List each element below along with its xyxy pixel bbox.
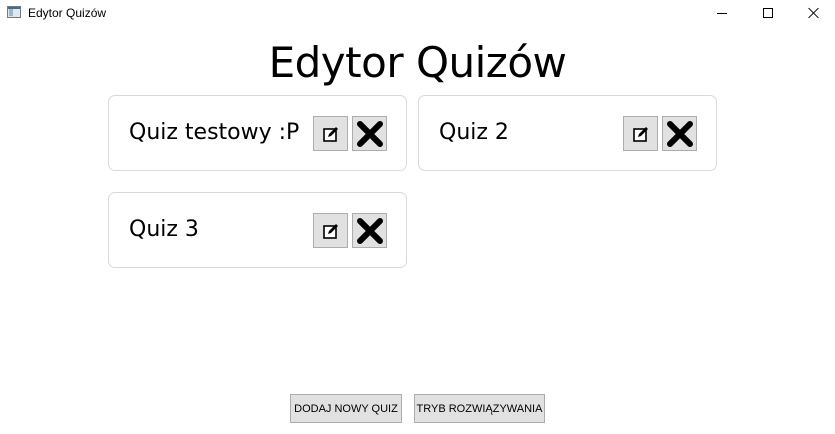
delete-quiz-button[interactable] [662,116,697,151]
edit-quiz-button[interactable] [623,116,658,151]
window-titlebar: Edytor Quizów [0,0,835,26]
app-window-icon [7,6,21,18]
maximize-icon [763,8,773,18]
page-title: Edytor Quizów [268,38,567,87]
delete-quiz-button[interactable] [352,116,387,151]
solve-mode-button[interactable]: TRYB ROZWIĄZYWANIA [414,394,545,423]
minimize-icon [717,12,727,14]
quiz-name: Quiz 3 [129,217,199,242]
maximize-button[interactable] [745,0,791,26]
delete-x-icon [666,120,693,147]
quiz-card: Quiz 2 [418,95,717,171]
close-icon [808,7,820,19]
add-new-quiz-button[interactable]: DODAJ NOWY QUIZ [290,394,402,423]
edit-icon [322,126,338,142]
quiz-name: Quiz 2 [439,120,509,145]
edit-quiz-button[interactable] [313,116,348,151]
edit-quiz-button[interactable] [313,213,348,248]
quiz-card: Quiz testowy :P [108,95,407,171]
window-title: Edytor Quizów [28,6,107,20]
delete-quiz-button[interactable] [352,213,387,248]
minimize-button[interactable] [699,0,745,26]
edit-icon [632,126,648,142]
close-button[interactable] [791,0,835,26]
delete-x-icon [356,120,383,147]
quiz-card: Quiz 3 [108,192,407,268]
edit-icon [322,223,338,239]
quiz-name: Quiz testowy :P [129,120,300,145]
delete-x-icon [356,217,383,244]
